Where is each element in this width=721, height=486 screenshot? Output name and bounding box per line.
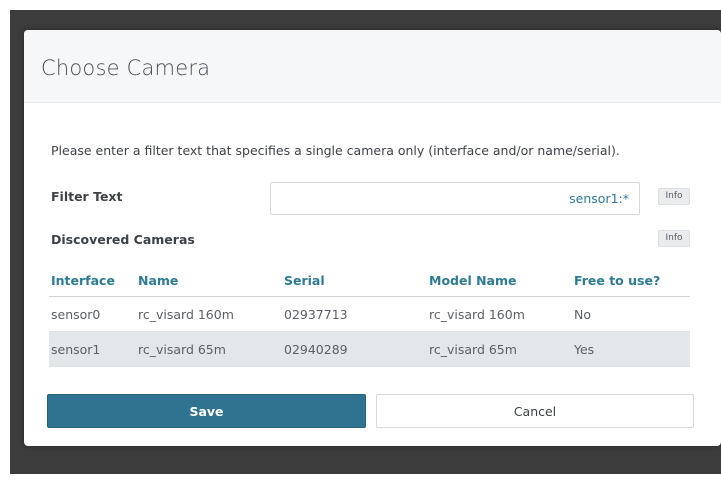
cell-free-to-use: No — [574, 307, 591, 322]
filter-text-label: Filter Text — [51, 189, 123, 204]
cell-interface: sensor0 — [51, 307, 101, 322]
discovered-cameras-label: Discovered Cameras — [51, 232, 195, 247]
dialog-title: Choose Camera — [41, 56, 211, 80]
table-row-selected[interactable]: sensor1 rc_visard 65m 02940289 rc_visard… — [49, 332, 690, 367]
cameras-table: Interface Name Serial Model Name Free to… — [49, 266, 690, 367]
save-button[interactable]: Save — [47, 394, 366, 428]
column-header-serial: Serial — [284, 273, 325, 288]
cancel-button[interactable]: Cancel — [376, 394, 694, 428]
cell-name: rc_visard 160m — [138, 307, 234, 322]
table-header-row: Interface Name Serial Model Name Free to… — [49, 266, 690, 297]
instruction-text: Please enter a filter text that specifie… — [51, 143, 620, 158]
column-header-interface: Interface — [51, 273, 115, 288]
filter-info-button[interactable]: Info — [658, 188, 690, 205]
cell-model-name: rc_visard 160m — [429, 307, 525, 322]
cell-interface: sensor1 — [51, 342, 101, 357]
table-row[interactable]: sensor0 rc_visard 160m 02937713 rc_visar… — [49, 297, 690, 332]
cell-serial: 02940289 — [284, 342, 348, 357]
column-header-model-name: Model Name — [429, 273, 517, 288]
cell-name: rc_visard 65m — [138, 342, 226, 357]
cell-serial: 02937713 — [284, 307, 348, 322]
cell-free-to-use: Yes — [574, 342, 595, 357]
column-header-free-to-use: Free to use? — [574, 273, 661, 288]
filter-text-input[interactable] — [270, 182, 640, 215]
discovered-info-button[interactable]: Info — [658, 230, 690, 247]
cell-model-name: rc_visard 65m — [429, 342, 517, 357]
choose-camera-dialog: Choose Camera Please enter a filter text… — [24, 30, 721, 446]
dialog-header: Choose Camera — [24, 30, 721, 103]
column-header-name: Name — [138, 273, 179, 288]
